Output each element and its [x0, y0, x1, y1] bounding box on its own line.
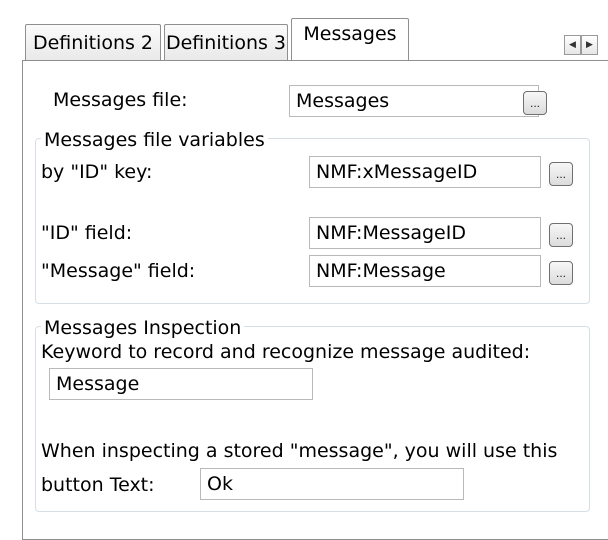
- tab-label: Messages: [303, 23, 397, 45]
- button-text-label: button Text:: [41, 474, 155, 496]
- tab-definitions-2[interactable]: Definitions 2: [25, 24, 161, 60]
- id-field-browse-button[interactable]: ...: [549, 223, 573, 247]
- tab-messages[interactable]: Messages: [291, 18, 409, 60]
- id-field-label: "ID" field:: [41, 222, 133, 244]
- tab-label: Definitions 2: [32, 32, 154, 54]
- keyword-input[interactable]: [49, 368, 313, 400]
- messages-inspection-title: Messages Inspection: [41, 317, 245, 339]
- button-text-input[interactable]: [200, 468, 464, 500]
- id-key-browse-button[interactable]: ...: [549, 162, 573, 186]
- id-key-input[interactable]: [309, 156, 541, 188]
- messages-file-input[interactable]: [289, 85, 539, 117]
- stored-message-note: When inspecting a stored "message", you …: [41, 440, 558, 462]
- triangle-right-icon[interactable]: ▶: [581, 35, 598, 55]
- tab-definitions-3[interactable]: Definitions 3: [164, 24, 288, 60]
- clipped-top-text: [245, 0, 253, 9]
- messages-file-browse-button[interactable]: ...: [523, 91, 547, 115]
- tab-scroll-buttons: ◀ ▶: [564, 35, 598, 55]
- messages-tab-page: Messages file: ... Messages file variabl…: [22, 60, 608, 540]
- triangle-left-icon[interactable]: ◀: [564, 35, 581, 55]
- messages-file-label: Messages file:: [53, 89, 188, 111]
- message-field-input[interactable]: [309, 255, 541, 287]
- messages-file-variables-title: Messages file variables: [41, 129, 268, 151]
- message-field-label: "Message" field:: [41, 260, 196, 282]
- tab-label: Definitions 3: [165, 32, 287, 54]
- keyword-label: Keyword to record and recognize message …: [41, 341, 531, 363]
- id-field-input[interactable]: [309, 217, 541, 249]
- message-field-browse-button[interactable]: ...: [549, 261, 573, 285]
- id-key-label: by "ID" key:: [41, 161, 153, 183]
